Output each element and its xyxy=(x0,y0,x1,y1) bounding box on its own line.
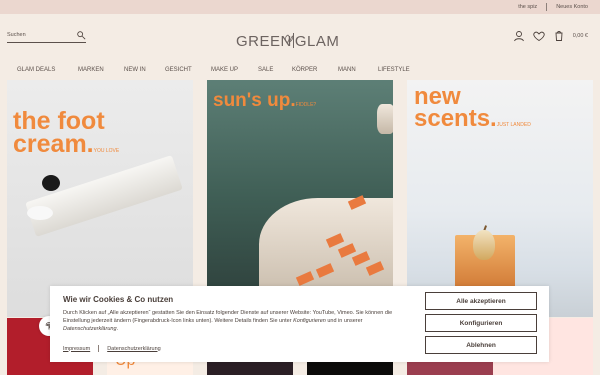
accept-all-button[interactable]: Alle akzeptieren xyxy=(425,292,537,310)
topbar-divider xyxy=(546,3,548,11)
tile3-heading: new scents.JUST LANDED xyxy=(414,84,531,133)
cookie-text-privacy-link[interactable]: Datenschutzerklärung xyxy=(63,326,117,332)
pear-image xyxy=(473,230,495,260)
rock-image-small xyxy=(377,104,393,134)
topbar-link-new-account[interactable]: Neues Konto xyxy=(556,4,588,10)
user-icon[interactable] xyxy=(513,30,525,42)
privacy-link[interactable]: Datenschutzerklärung xyxy=(107,346,161,352)
impressum-link[interactable]: Impressum xyxy=(63,346,90,352)
cream-splash-image xyxy=(27,206,53,220)
nav-item-marken[interactable]: MARKEN xyxy=(78,67,123,73)
site-header: Suchen GREEN GLAM 0,00 € xyxy=(0,14,600,58)
tile2-line1: sun's up. xyxy=(213,90,296,111)
main-nav: GLAM DEALS MARKEN NEW IN GESICHT MAKE UP… xyxy=(0,58,600,82)
hero-tile-foot-cream[interactable]: the foot cream.YOU LOVE xyxy=(7,80,193,317)
cookie-banner: Wie wir Cookies & Co nutzen Durch Klicke… xyxy=(50,286,549,362)
tile1-line2: cream. xyxy=(13,130,94,158)
nav-item-new-in[interactable]: NEW IN xyxy=(124,67,158,73)
nav-item-sale[interactable]: SALE xyxy=(258,67,292,73)
foot-cream-tube-image xyxy=(25,155,183,237)
hero-tile-suns-up[interactable]: sun's up.FIDDLE? xyxy=(207,80,393,317)
nav-item-gesicht[interactable]: GESICHT xyxy=(165,67,210,73)
search-placeholder: Suchen xyxy=(7,32,26,38)
cart-amount[interactable]: 0,00 € xyxy=(573,33,588,39)
cart-icon[interactable] xyxy=(553,30,565,42)
nav-item-mann[interactable]: MANN xyxy=(338,67,374,73)
heart-icon[interactable] xyxy=(533,30,545,42)
hero-tile-new-scents[interactable]: new scents.JUST LANDED xyxy=(407,80,593,317)
cookie-text-middle: und in unserer xyxy=(325,317,363,324)
search-icon[interactable] xyxy=(76,30,86,40)
tile3-line2: scents. xyxy=(414,105,497,133)
tile2-heading: sun's up.FIDDLE? xyxy=(213,90,317,111)
reject-button[interactable]: Ablehnen xyxy=(425,336,537,354)
logo-divider xyxy=(292,33,294,48)
cookie-title: Wie wir Cookies & Co nutzen xyxy=(63,295,174,304)
nav-item-glam-deals[interactable]: GLAM DEALS xyxy=(17,67,66,73)
configure-button[interactable]: Konfigurieren xyxy=(425,314,537,332)
topbar: the spiz Neues Konto xyxy=(0,0,600,14)
logo-right: GLAM xyxy=(294,33,340,50)
tile1-sub: YOU LOVE xyxy=(93,148,120,154)
logo-left: GREEN xyxy=(236,33,292,50)
tile3-sub: JUST LANDED xyxy=(496,122,531,129)
cookie-text-configure-link[interactable]: Konfigurieren xyxy=(293,318,326,324)
nav-item-koerper[interactable]: KÖRPER xyxy=(292,67,334,73)
search-field[interactable]: Suchen xyxy=(7,28,86,43)
cookie-link-divider xyxy=(98,345,100,352)
cookie-text: Durch Klicken auf „Alle akzeptieren“ ges… xyxy=(63,310,405,334)
tube-cap-image xyxy=(42,175,60,191)
hero-tiles: the foot cream.YOU LOVE sun's up.FIDDLE?… xyxy=(7,80,593,375)
nav-item-lifestyle[interactable]: LIFESTYLE xyxy=(378,67,423,73)
topbar-link-spiz[interactable]: the spiz xyxy=(518,4,537,10)
nav-item-make-up[interactable]: MAKE UP xyxy=(211,67,250,73)
tile2-sub: FIDDLE? xyxy=(295,102,317,108)
header-actions: 0,00 € xyxy=(513,30,588,42)
cookie-links: Impressum Datenschutzerklärung xyxy=(63,345,161,352)
logo[interactable]: GREEN GLAM xyxy=(236,33,339,50)
tile1-heading: the foot cream.YOU LOVE xyxy=(13,109,120,158)
cookie-text-end: . xyxy=(116,325,119,332)
